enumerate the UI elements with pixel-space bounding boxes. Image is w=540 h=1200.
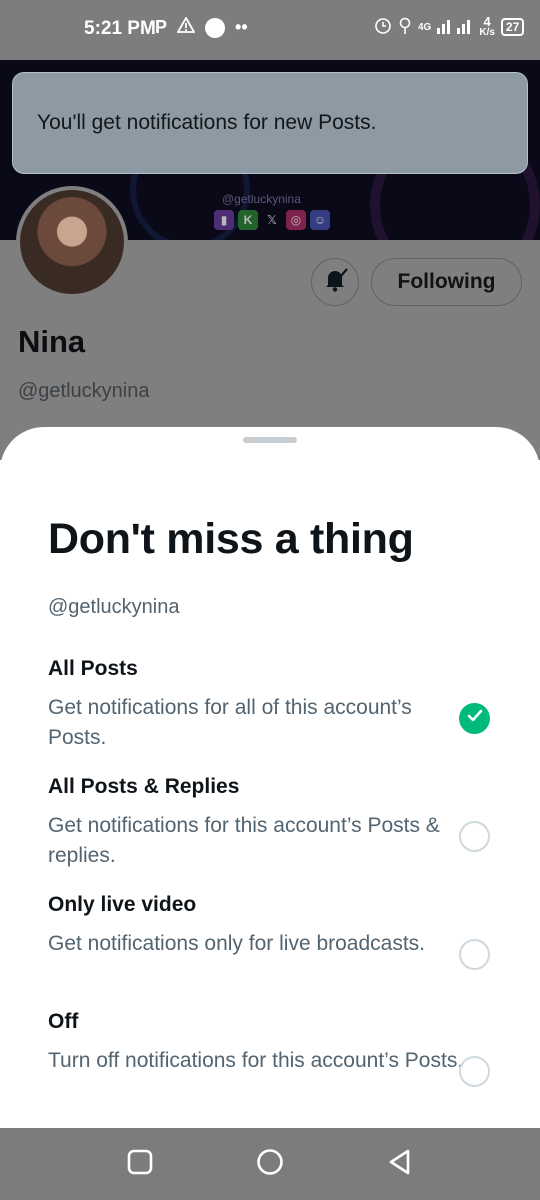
option-description: Get notifications for this account’s Pos… bbox=[48, 814, 440, 867]
warning-icon bbox=[176, 16, 196, 38]
option-title: All Posts bbox=[48, 657, 138, 680]
notification-settings-sheet: Don't miss a thing @getluckynina All Pos… bbox=[0, 427, 540, 1128]
profile-background: @getluckynina ▮ K 𝕏 ◎ ☺ You'll get notif… bbox=[0, 60, 540, 460]
bell-check-icon bbox=[320, 265, 350, 300]
following-button[interactable]: Following bbox=[371, 258, 522, 306]
option-all-posts-replies[interactable]: All Posts & Replies Get notifications fo… bbox=[48, 775, 508, 871]
network-label: 4G bbox=[418, 21, 432, 33]
option-off[interactable]: Off Turn off notifications for this acco… bbox=[48, 1010, 508, 1087]
recents-icon bbox=[127, 1149, 153, 1180]
signal-icon bbox=[437, 18, 473, 37]
alarm-icon bbox=[374, 17, 392, 38]
status-time: 5:21 PM bbox=[84, 18, 156, 39]
option-all-posts[interactable]: All Posts Get notifications for all of t… bbox=[48, 657, 508, 753]
speed-value: 4 bbox=[483, 14, 491, 29]
profile-name: Nina bbox=[18, 324, 86, 359]
option-only-live-video[interactable]: Only live video Get notifications only f… bbox=[48, 893, 508, 970]
option-description: Get notifications for all of this accoun… bbox=[48, 696, 412, 749]
home-icon bbox=[256, 1148, 284, 1181]
option-title: Off bbox=[48, 1010, 79, 1033]
status-bar: 5:21 PM P •• 4G 4 K/s 27 bbox=[0, 0, 540, 60]
battery-icon: 27 bbox=[500, 18, 525, 36]
recents-button[interactable] bbox=[124, 1148, 156, 1180]
sheet-title: Don't miss a thing bbox=[48, 515, 414, 563]
notification-toast: You'll get notifications for new Posts. bbox=[12, 72, 528, 174]
check-icon bbox=[467, 709, 483, 728]
system-nav-bar bbox=[0, 1128, 540, 1200]
sheet-handle: @getluckynina bbox=[48, 596, 180, 618]
profile-handle: @getluckynina bbox=[18, 380, 150, 402]
sheet-grabber[interactable] bbox=[243, 437, 297, 443]
toast-message: You'll get notifications for new Posts. bbox=[37, 111, 377, 134]
location-icon bbox=[398, 17, 412, 38]
radio-unselected[interactable] bbox=[459, 1056, 490, 1087]
network-speed: 4 K/s bbox=[479, 14, 495, 38]
notification-dot-icon bbox=[205, 17, 226, 38]
status-notification-icons: P •• bbox=[155, 16, 248, 38]
back-icon bbox=[386, 1148, 414, 1181]
option-description: Turn off notifications for this account’… bbox=[48, 1049, 464, 1072]
parking-icon: P bbox=[155, 17, 168, 37]
option-title: All Posts & Replies bbox=[48, 775, 240, 798]
radio-unselected[interactable] bbox=[459, 939, 490, 970]
back-button[interactable] bbox=[384, 1148, 416, 1180]
radio-selected[interactable] bbox=[459, 703, 490, 734]
speed-unit: K/s bbox=[479, 27, 495, 38]
radio-unselected[interactable] bbox=[459, 821, 490, 852]
option-title: Only live video bbox=[48, 893, 197, 916]
status-system-icons: 4G 4 K/s 27 bbox=[374, 14, 525, 38]
more-notifications-icon: •• bbox=[235, 17, 248, 37]
home-button[interactable] bbox=[254, 1148, 286, 1180]
avatar[interactable] bbox=[16, 186, 128, 298]
notification-bell-button[interactable] bbox=[311, 258, 359, 306]
option-description: Get notifications only for live broadcas… bbox=[48, 932, 426, 955]
